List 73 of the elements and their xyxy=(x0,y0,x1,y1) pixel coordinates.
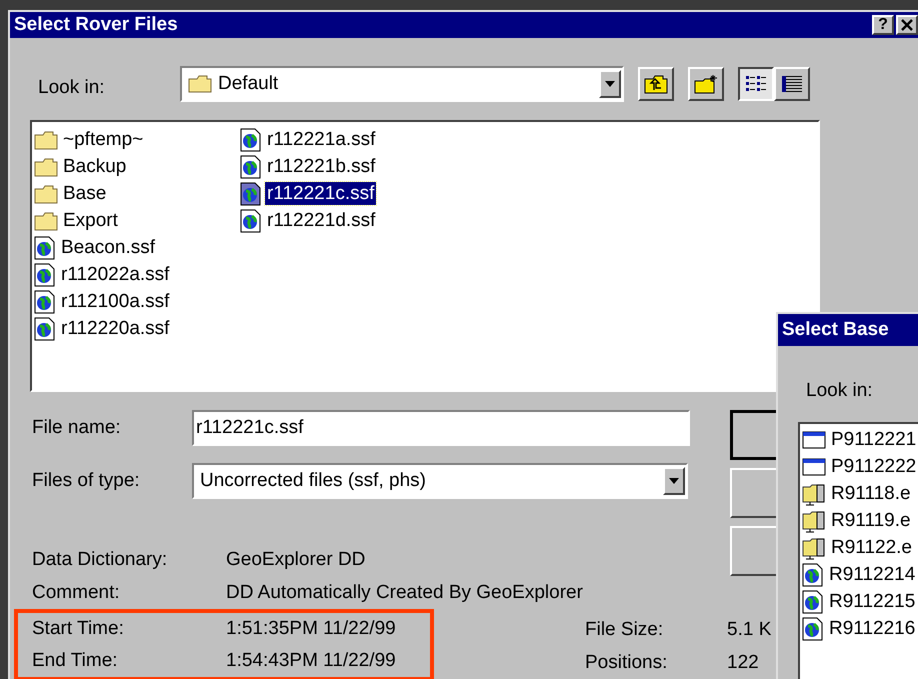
look-in-label: Look in: xyxy=(806,380,873,402)
info-label: Start Time: xyxy=(31,618,125,640)
details-view-button[interactable] xyxy=(774,67,810,101)
look-in-label: Look in: xyxy=(38,76,106,99)
folder-icon xyxy=(188,75,212,93)
file-item[interactable]: r112221a.ssf xyxy=(240,126,446,153)
info-value: 122 xyxy=(727,652,759,674)
window-title: Select Rover Files xyxy=(14,14,179,36)
globe-document-icon xyxy=(34,290,56,314)
file-type-label: Files of type: xyxy=(32,470,141,492)
file-item[interactable]: ~pftemp~ xyxy=(34,126,240,153)
file-name-field[interactable]: r112221c.ssf xyxy=(192,410,690,446)
file-item[interactable]: Beacon.ssf xyxy=(34,234,240,261)
info-label: Data Dictionary: xyxy=(31,548,168,570)
folder-drive-icon xyxy=(802,482,826,506)
info-value: 5.1 K xyxy=(727,618,772,640)
file-item[interactable]: P9112221 xyxy=(802,426,918,453)
window-icon xyxy=(802,456,826,476)
info-label: File Size: xyxy=(585,618,664,640)
new-folder-icon xyxy=(694,74,718,94)
globe-document-icon xyxy=(240,208,262,232)
folder-drive-icon xyxy=(802,536,826,560)
list-view-icon xyxy=(745,75,767,93)
file-item[interactable]: Base xyxy=(34,180,240,207)
file-type-dropdown[interactable]: Uncorrected files (ssf, phs) xyxy=(192,463,688,499)
up-folder-button[interactable] xyxy=(638,67,674,101)
globe-document-icon xyxy=(240,182,262,206)
globe-document-icon xyxy=(802,616,824,640)
folder-icon xyxy=(34,184,58,204)
close-button[interactable] xyxy=(896,15,918,35)
info-label: Positions: xyxy=(585,652,668,674)
globe-document-icon xyxy=(802,590,824,614)
info-label: Comment: xyxy=(31,582,121,604)
file-name-label: File name: xyxy=(32,417,122,439)
file-item[interactable]: r112221d.ssf xyxy=(240,207,446,234)
details-view-icon xyxy=(781,75,803,93)
info-label: End Time: xyxy=(31,650,119,672)
globe-document-icon xyxy=(802,562,824,586)
globe-document-icon xyxy=(240,128,262,152)
file-item[interactable]: Export xyxy=(34,207,240,234)
file-item[interactable]: r112220a.ssf xyxy=(34,315,240,342)
info-value: GeoExplorer DD xyxy=(226,548,366,570)
file-item[interactable]: r112022a.ssf xyxy=(34,261,240,288)
info-value: 1:51:35PM 11/22/99 xyxy=(226,618,396,640)
new-folder-button[interactable] xyxy=(688,67,724,101)
file-item[interactable]: P9112222 xyxy=(802,453,918,480)
folder-drive-icon xyxy=(802,508,826,532)
file-item[interactable]: R9112214 xyxy=(802,561,918,588)
list-view-button[interactable] xyxy=(738,67,774,101)
window-title: Select Base xyxy=(782,319,890,341)
help-button[interactable]: ? xyxy=(872,15,894,35)
file-item[interactable]: R9112215 xyxy=(802,588,918,615)
close-icon xyxy=(901,19,913,31)
info-value: 1:54:43PM 11/22/99 xyxy=(226,650,396,672)
folder-icon xyxy=(34,210,58,230)
up-folder-icon xyxy=(644,74,668,94)
file-item[interactable]: R91122.e xyxy=(802,534,918,561)
file-item[interactable]: r112221c.ssf xyxy=(240,180,446,207)
file-item[interactable]: r112221b.ssf xyxy=(240,153,446,180)
globe-document-icon xyxy=(240,154,262,178)
globe-document-icon xyxy=(34,262,56,286)
window-icon xyxy=(802,430,826,450)
folder-icon xyxy=(34,156,58,176)
file-item[interactable]: R9112216 xyxy=(802,615,918,642)
look-in-dropdown[interactable]: Default xyxy=(180,66,624,102)
file-item[interactable]: Backup xyxy=(34,153,240,180)
file-item[interactable]: R91118.e xyxy=(802,480,918,507)
file-item[interactable]: r112100a.ssf xyxy=(34,288,240,315)
folder-icon xyxy=(34,130,58,150)
globe-document-icon xyxy=(34,236,56,260)
globe-document-icon xyxy=(34,316,56,340)
file-item[interactable]: R91119.e xyxy=(802,507,918,534)
info-value: DD Automatically Created By GeoExplorer xyxy=(226,582,583,604)
